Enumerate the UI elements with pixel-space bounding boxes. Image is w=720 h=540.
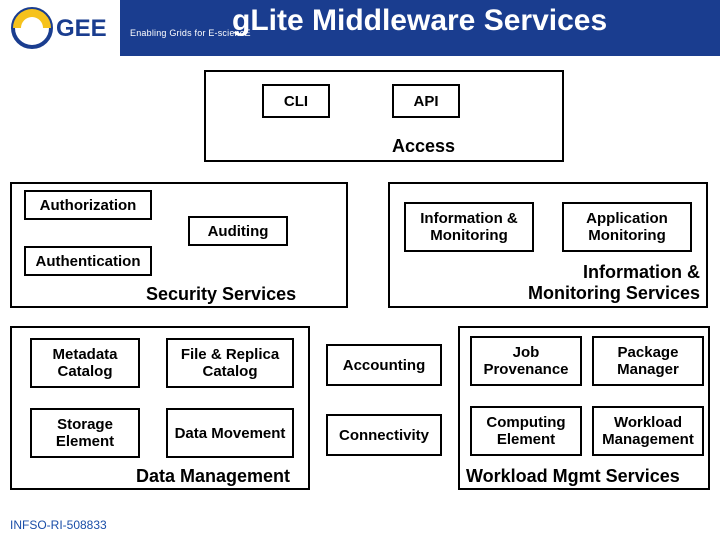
job-provenance-box: Job Provenance bbox=[470, 336, 582, 386]
security-label: Security Services bbox=[146, 284, 296, 305]
file-replica-box: File & Replica Catalog bbox=[166, 338, 294, 388]
package-manager-box: Package Manager bbox=[592, 336, 704, 386]
workload-management-box: Workload Management bbox=[592, 406, 704, 456]
storage-element-box: Storage Element bbox=[30, 408, 140, 458]
info-label: Information & Monitoring Services bbox=[488, 262, 700, 304]
cli-box: CLI bbox=[262, 84, 330, 118]
data-movement-box: Data Movement bbox=[166, 408, 294, 458]
auditing-box: Auditing bbox=[188, 216, 288, 246]
connectivity-box: Connectivity bbox=[326, 414, 442, 456]
svg-text:GEE: GEE bbox=[56, 15, 107, 42]
authorization-box: Authorization bbox=[24, 190, 152, 220]
egee-logo: GEE bbox=[8, 2, 128, 54]
app-monitoring-box: Application Monitoring bbox=[562, 202, 692, 252]
info-monitoring-box: Information & Monitoring bbox=[404, 202, 534, 252]
authentication-box: Authentication bbox=[24, 246, 152, 276]
header-bar: GEE Enabling Grids for E-sciencE gLite M… bbox=[0, 0, 720, 56]
footer-id: INFSO-RI-508833 bbox=[10, 518, 107, 532]
access-label: Access bbox=[392, 136, 455, 157]
page-title: gLite Middleware Services bbox=[232, 4, 607, 38]
computing-element-box: Computing Element bbox=[470, 406, 582, 456]
api-box: API bbox=[392, 84, 460, 118]
metadata-catalog-box: Metadata Catalog bbox=[30, 338, 140, 388]
accounting-box: Accounting bbox=[326, 344, 442, 386]
access-group bbox=[204, 70, 564, 162]
data-mgmt-label: Data Management bbox=[136, 466, 290, 487]
workload-label: Workload Mgmt Services bbox=[466, 466, 680, 487]
